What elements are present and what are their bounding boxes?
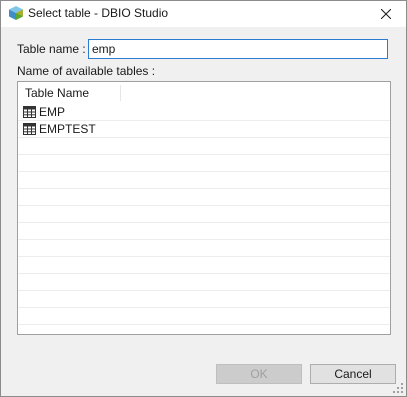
empty-table-row [18,138,390,155]
window-title: Select table - DBIO Studio [28,6,169,20]
table-icon [23,106,36,118]
empty-table-row [18,257,390,274]
table-row[interactable]: EMP [18,104,390,121]
table-row-label: EMPTEST [39,122,96,136]
column-header-table-name[interactable]: Table Name [25,86,89,100]
dbio-cube-icon [9,6,23,20]
empty-table-row [18,172,390,189]
empty-table-row [18,206,390,223]
table-rows: EMP EMPTEST [18,104,390,334]
close-button[interactable] [366,1,406,27]
empty-table-row [18,325,390,334]
empty-table-row [18,308,390,325]
column-separator [120,85,121,101]
empty-table-row [18,223,390,240]
resize-grip-icon[interactable] [393,383,403,393]
empty-table-row [18,274,390,291]
table-row[interactable]: EMPTEST [18,121,390,138]
table-row-label: EMP [39,105,66,119]
table-name-input[interactable] [88,39,388,59]
empty-table-row [18,189,390,206]
title-bar[interactable]: Select table - DBIO Studio [1,1,406,27]
table-name-label: Table name : [17,42,86,56]
close-icon [381,9,391,19]
ok-button[interactable]: OK [216,364,302,384]
cancel-button[interactable]: Cancel [310,364,396,384]
empty-table-row [18,155,390,172]
tables-list[interactable]: Table Name EMP EMPTEST [17,81,391,335]
available-tables-label: Name of available tables : [17,64,156,78]
empty-table-row [18,291,390,308]
select-table-dialog: Select table - DBIO Studio Table name : … [0,0,407,397]
table-icon [23,123,36,135]
empty-table-row [18,240,390,257]
table-header[interactable]: Table Name [18,82,390,104]
